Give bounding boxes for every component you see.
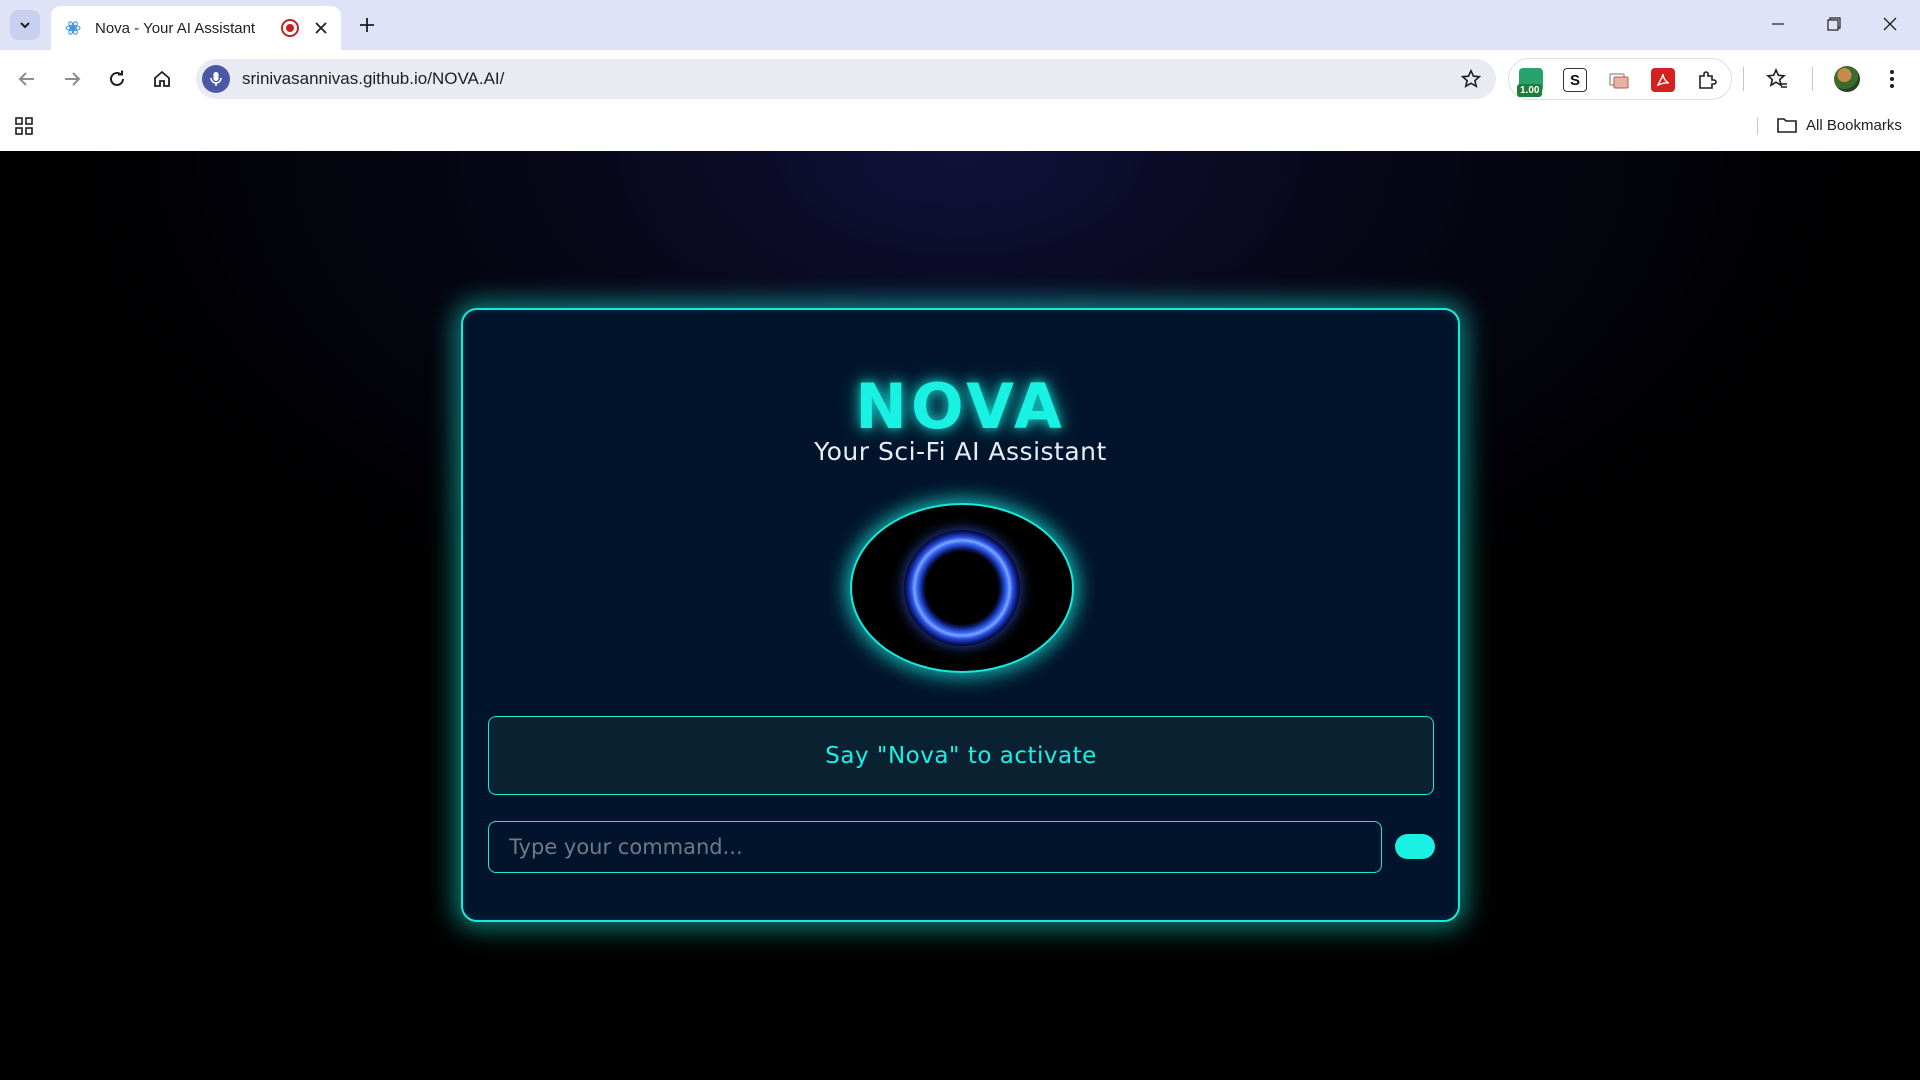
extensions-group: 1.00 S xyxy=(1508,58,1732,100)
extension-pdf-icon[interactable] xyxy=(1651,68,1675,92)
reload-button[interactable] xyxy=(101,63,133,95)
bookmarks-bar xyxy=(0,108,1920,151)
home-button[interactable] xyxy=(146,63,178,95)
restore-button[interactable] xyxy=(1806,0,1862,48)
restore-icon xyxy=(1827,17,1841,31)
all-bookmarks-label: All Bookmarks xyxy=(1806,116,1902,134)
back-button[interactable] xyxy=(11,63,43,95)
minimize-button[interactable] xyxy=(1750,0,1806,48)
plus-icon xyxy=(360,18,374,32)
assistant-card: NOVA Your Sci-Fi AI Assistant Say "Nova"… xyxy=(461,308,1460,922)
extension-s-icon[interactable]: S xyxy=(1563,68,1587,92)
orb-ring-icon xyxy=(904,530,1020,646)
bookmarks-divider xyxy=(1757,117,1758,135)
page-background: NOVA Your Sci-Fi AI Assistant Say "Nova"… xyxy=(0,151,1920,1080)
avatar[interactable] xyxy=(1834,66,1860,92)
back-icon xyxy=(18,72,34,86)
tab-strip: Nova - Your AI Assistant xyxy=(0,0,1920,50)
tab-title: Nova - Your AI Assistant xyxy=(95,19,256,37)
browser-toolbar: srinivasannivas.github.io/NOVA.AI/ 1.00 … xyxy=(0,50,1920,108)
chevron-down-icon xyxy=(20,22,30,29)
all-bookmarks-button[interactable]: All Bookmarks xyxy=(1776,113,1902,137)
forward-button[interactable] xyxy=(56,63,88,95)
tab-search-button[interactable] xyxy=(10,10,40,40)
url-text: srinivasannivas.github.io/NOVA.AI/ xyxy=(242,69,505,88)
voice-orb[interactable] xyxy=(850,503,1074,673)
window-close-icon xyxy=(1883,17,1897,31)
reload-icon xyxy=(110,70,124,86)
close-icon xyxy=(315,22,327,34)
apps-icon[interactable] xyxy=(14,116,34,136)
bookmarks-button[interactable] xyxy=(1761,63,1793,95)
app-title: NOVA xyxy=(855,370,1066,443)
menu-button[interactable] xyxy=(1876,63,1908,95)
new-tab-button[interactable] xyxy=(353,11,381,39)
toolbar-divider xyxy=(1743,67,1744,91)
folder-icon xyxy=(1777,118,1797,133)
status-display: Say "Nova" to activate xyxy=(488,716,1434,795)
forward-icon xyxy=(65,72,81,86)
toolbar-divider xyxy=(1812,67,1813,91)
send-button[interactable] xyxy=(1395,834,1435,859)
extensions-icon[interactable] xyxy=(1695,68,1719,92)
mic-icon[interactable] xyxy=(202,65,230,93)
favicon-icon xyxy=(65,20,81,36)
extension-badge: 1.00 xyxy=(1517,84,1543,97)
command-input[interactable] xyxy=(488,821,1382,873)
app-subtitle: Your Sci-Fi AI Assistant xyxy=(814,437,1107,466)
recording-icon xyxy=(281,19,299,37)
active-tab[interactable]: Nova - Your AI Assistant xyxy=(51,6,341,50)
tab-close-button[interactable] xyxy=(311,18,331,38)
home-icon xyxy=(154,70,170,87)
extension-screenshot-icon[interactable] xyxy=(1607,68,1631,92)
bookmark-star-icon[interactable] xyxy=(1460,68,1482,90)
minimize-icon xyxy=(1772,23,1784,25)
more-vert-icon xyxy=(1890,70,1894,88)
address-bar[interactable]: srinivasannivas.github.io/NOVA.AI/ xyxy=(196,59,1496,99)
star-list-icon xyxy=(1766,68,1787,88)
window-close-button[interactable] xyxy=(1862,0,1918,48)
